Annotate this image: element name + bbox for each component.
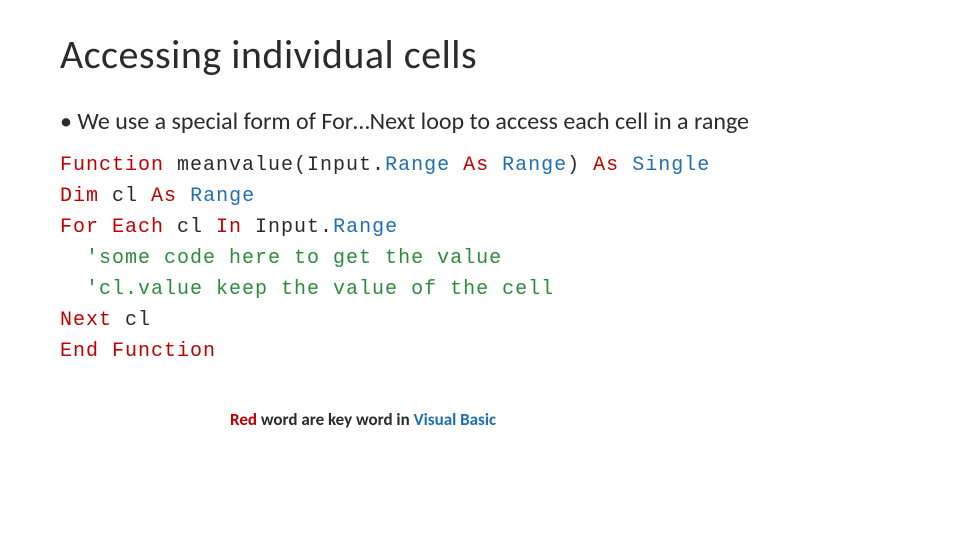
code-text [450,154,463,177]
type: Range [333,216,398,239]
keyword: As [593,154,619,177]
code-text: ) [567,154,593,177]
bullet-text: We use a special form of For…Next loop t… [60,107,900,136]
code-text [177,185,190,208]
footnote-red: Red [230,409,257,430]
code-line-4: 'some code here to get the value [60,243,900,274]
slide-title: Accessing individual cells [60,30,900,79]
footnote: Red word are key word in Visual Basic [230,409,900,430]
keyword: In [216,216,242,239]
code-text: cl [112,309,151,332]
keyword: For Each [60,216,164,239]
code-line-2: Dim cl As Range [60,181,900,212]
code-text: cl [99,185,151,208]
code-line-5: 'cl.value keep the value of the cell [60,274,900,305]
type: Range [190,185,255,208]
keyword: As [463,154,489,177]
code-text [60,247,86,270]
code-text [60,278,86,301]
code-block: Function meanvalue(Input.Range As Range)… [60,150,900,367]
code-text [619,154,632,177]
footnote-blue: Visual Basic [414,409,497,430]
keyword: Function [60,154,164,177]
keyword: Next [60,309,112,332]
type: Single [632,154,710,177]
type: Range [502,154,567,177]
code-text [489,154,502,177]
footnote-text: word are key word in [257,409,414,430]
keyword: Dim [60,185,99,208]
slide: Accessing individual cells We use a spec… [0,0,960,540]
code-text: cl [164,216,216,239]
keyword: As [151,185,177,208]
code-line-7: End Function [60,336,900,367]
type: Range [385,154,450,177]
code-line-6: Next cl [60,305,900,336]
comment: 'cl.value keep the value of the cell [86,278,554,301]
code-text: Input. [242,216,333,239]
code-text: meanvalue(Input. [164,154,385,177]
code-line-3: For Each cl In Input.Range [60,212,900,243]
comment: 'some code here to get the value [86,247,502,270]
keyword: End Function [60,340,216,363]
code-line-1: Function meanvalue(Input.Range As Range)… [60,150,900,181]
